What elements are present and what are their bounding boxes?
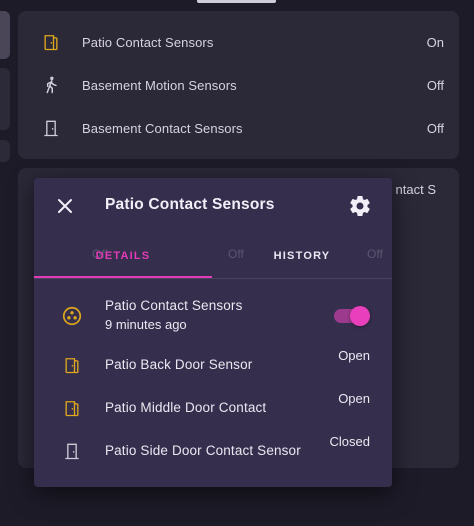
top-drag-handle (197, 0, 276, 3)
group-toggle[interactable] (334, 306, 370, 326)
entity-state: Closed (329, 434, 370, 449)
entity-name: Basement Contact Sensors (82, 120, 243, 136)
entity-name: Patio Contact Sensors (82, 34, 214, 50)
entities-card: Patio Contact Sensors On Basement Motion… (18, 11, 459, 159)
tab-history[interactable]: HISTORY (212, 234, 392, 278)
entity-row-patio-contact[interactable]: Patio Contact Sensors On (18, 21, 459, 63)
entity-name: Patio Side Door Contact Sensor (105, 443, 301, 458)
group-last-changed: 9 minutes ago (105, 317, 187, 332)
door-closed-icon (60, 439, 84, 463)
toggle-knob (350, 306, 370, 326)
entity-state: Off (426, 77, 444, 93)
entity-state: Off (426, 120, 444, 136)
dialog-title: Patio Contact Sensors (105, 196, 275, 213)
entity-name: Patio Middle Door Contact (105, 400, 267, 415)
close-button[interactable] (54, 195, 76, 217)
card-peek-text: ntact S (395, 182, 436, 197)
door-closed-icon (40, 117, 62, 139)
entity-row-patio-back-door[interactable]: Patio Back Door Sensor Open (34, 348, 392, 380)
tab-details[interactable]: DETAILS (34, 234, 212, 278)
door-open-icon (60, 396, 84, 420)
entity-state: Open (338, 348, 370, 363)
entity-row-basement-motion[interactable]: Basement Motion Sensors Off (18, 64, 459, 106)
walking-person-icon (40, 74, 62, 96)
entity-name: Basement Motion Sensors (82, 77, 237, 93)
entity-row-patio-side-door[interactable]: Patio Side Door Contact Sensor Closed (34, 434, 392, 466)
door-open-icon (40, 31, 62, 53)
sidebar-tab[interactable] (0, 11, 10, 59)
group-circle-icon (60, 304, 84, 328)
group-name: Patio Contact Sensors (105, 298, 243, 313)
active-tab-indicator (34, 276, 212, 278)
gear-icon (350, 195, 370, 216)
group-entity-row[interactable]: Patio Contact Sensors 9 minutes ago (34, 296, 392, 336)
entity-state: Open (338, 391, 370, 406)
more-info-dialog: Patio Contact Sensors Off Off Off DETAIL… (34, 178, 392, 487)
entity-state: On (426, 34, 444, 50)
sidebar-tab[interactable] (0, 140, 10, 162)
entity-name: Patio Back Door Sensor (105, 357, 253, 372)
sidebar-tab[interactable] (0, 68, 10, 130)
entity-row-patio-middle-door[interactable]: Patio Middle Door Contact Open (34, 391, 392, 423)
settings-button[interactable] (348, 194, 372, 218)
entity-row-basement-contact[interactable]: Basement Contact Sensors Off (18, 107, 459, 149)
close-icon (58, 199, 72, 213)
dialog-tabs: Off Off Off DETAILS HISTORY (34, 234, 392, 279)
door-open-icon (60, 353, 84, 377)
